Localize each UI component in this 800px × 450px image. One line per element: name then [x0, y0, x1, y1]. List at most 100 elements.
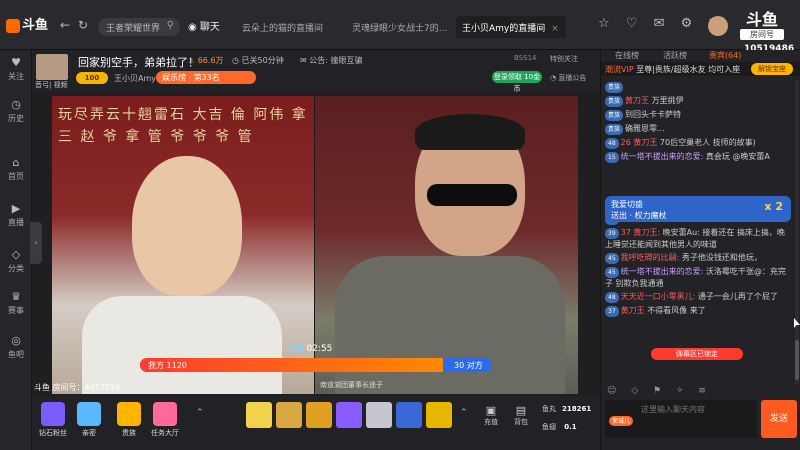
pk-timer: PK 02:55 — [290, 344, 333, 354]
tab-room-2[interactable]: 灵魂绿眼少女战士7的... — [346, 16, 454, 38]
recharge-button[interactable]: ▣ 充值 — [478, 404, 504, 427]
scroll-up-icon[interactable]: ⌃ — [196, 408, 204, 418]
chat-username[interactable]: 37 黄刀王: — [621, 228, 663, 237]
heart-icon: ♥ — [11, 56, 21, 69]
signin-reward-button[interactable]: 登录领取 10金币 — [492, 71, 542, 93]
gift-item-1[interactable] — [246, 402, 272, 428]
chat-button[interactable]: ◉ 聊天 — [188, 18, 226, 36]
gift-item-3[interactable] — [306, 402, 332, 428]
gift-item-5[interactable] — [366, 402, 392, 428]
back-arrow-icon[interactable]: ← — [60, 18, 70, 32]
nav-live[interactable]: ▶ 直播 — [0, 202, 32, 228]
person-right-hair — [415, 114, 525, 150]
task-icon — [153, 402, 177, 426]
chat-username[interactable]: 黄刀王 — [625, 96, 652, 105]
tab-vip-rank[interactable]: 贵宾(64) — [709, 50, 741, 61]
nav-home[interactable]: ⌂ 首页 — [0, 156, 32, 182]
nav-events[interactable]: ♛ 赛事 — [0, 290, 32, 316]
tab-room-1[interactable]: 云朵上的猫的直播间 — [236, 16, 340, 38]
gift-intimacy[interactable]: 亲密 — [72, 402, 106, 438]
more-gifts-icon[interactable]: ⌃ — [460, 408, 468, 418]
chat-list[interactable]: 贵族 贵族 黄刀王 万里挑伊 贵族 到回头卡卡萨特 贵族 确雅恩零... 48 26 黄刀王 7… — [601, 80, 795, 384]
bag-button[interactable]: ▤ 背包 — [508, 404, 534, 427]
fan-badge: 贵族 — [605, 82, 624, 93]
chat-username[interactable]: 统一塔不拔出来的恋爱: — [621, 267, 706, 276]
chat-username[interactable]: 26 黄刀王 — [621, 138, 660, 147]
chat-input[interactable]: 这里输入聊天内容 荣城儿 — [605, 400, 757, 438]
chat-message: 37 黄刀王 不得看风像 来了 — [601, 304, 795, 318]
chat-message: 贵族 确雅恩零... — [601, 122, 795, 136]
chat-message: 贵族 — [601, 80, 795, 94]
nav-fishbar[interactable]: ◎ 鱼吧 — [0, 334, 32, 360]
fishbar-icon: ◎ — [11, 334, 21, 347]
chat-toolbar[interactable]: ☺ ◇ ⚑ ✧ ≡ — [601, 384, 800, 398]
fan-badge: 贵族 — [605, 124, 624, 135]
chat-username[interactable]: 我呼吃碍的比嗣: — [621, 253, 682, 262]
bottom-gift-bar: 钻石粉丝 亲密 贵族 任务大厅 ⌃ ⌃ ▣ 充值 ▤ 背包 鱼丸 218261 鱼翅 … — [32, 396, 600, 450]
room-notice: ✉ 公告: 撞眼互骗 — [300, 56, 363, 65]
tab-online-rank[interactable]: 在线榜 — [615, 50, 639, 61]
douyu-logo[interactable]: 斗鱼 — [6, 14, 48, 34]
refresh-icon[interactable]: ↻ — [78, 18, 88, 32]
nav-follow[interactable]: ♥ 关注 — [0, 56, 32, 82]
special-follow-button[interactable]: 特别关注 — [550, 54, 578, 64]
search-icon[interactable]: ⚲ — [167, 20, 174, 31]
fan-badge: 贵族 — [605, 96, 624, 107]
chat-scroll-thumb[interactable] — [795, 340, 799, 380]
streamer-nick[interactable]: 王小贝Amy — [114, 73, 156, 84]
gift-task-hall[interactable]: 任务大厅 — [148, 402, 182, 438]
gift-item-6[interactable] — [396, 402, 422, 428]
collapse-arrow-icon[interactable]: › — [30, 222, 42, 264]
time-icon: ◷ — [232, 56, 242, 65]
gift-item-7[interactable] — [426, 402, 452, 428]
video-player[interactable]: 玩尽弄云十翹雷石 大吉 倫 阿伟 拿 三 赵 爷 拿 管 爷 爷 爷 管 PK … — [52, 96, 578, 394]
chat-text: 70后空巢老人 技师的故事) — [659, 138, 756, 147]
gift-diamond-fans[interactable]: 钻石粉丝 — [36, 402, 70, 438]
rank-tabs: 在线榜 活跃榜 贵宾(64) — [601, 50, 800, 62]
room-watermark: 斗鱼 房间号：4457056 — [34, 383, 121, 392]
fishball-balance: 鱼丸 218261 — [542, 405, 592, 413]
send-button[interactable]: 发送 — [761, 400, 797, 438]
fire-icon: ♨ — [188, 56, 198, 65]
danmu-locked-badge[interactable]: 弹幕区已锁定 — [651, 348, 743, 360]
chat-text: 不得看风像 来了 — [647, 306, 706, 315]
chat-message: 贵族 黄刀王 万里挑伊 — [601, 94, 795, 108]
nav-category[interactable]: ◇ 分类 — [0, 248, 32, 274]
entertainment-rank-badge[interactable]: 娱乐榜 · 第33名 — [156, 71, 256, 84]
gift-noble[interactable]: 贵族 — [112, 402, 146, 438]
user-avatar[interactable] — [708, 16, 728, 36]
chat-message: 39 37 黄刀王: 晚安蕾Au: 接着还在 搞床上搞，晚上睡觉还能闻到其他男人的… — [601, 226, 795, 251]
chat-message: 15 统一塔不拔出来的恋爱: 真会玩 @晚安蕾A — [601, 150, 795, 164]
chat-message: 48 26 黄刀王 70后空巢老人 技师的故事) — [601, 136, 795, 150]
chat-username[interactable]: 黄刀王 — [621, 306, 648, 315]
chat-scrollbar[interactable] — [795, 80, 799, 384]
tab-active-rank[interactable]: 活跃榜 — [663, 50, 687, 61]
chat-message: 贵族 到回头卡卡萨特 — [601, 108, 795, 122]
fan-badge: 39 — [605, 228, 619, 239]
search-input[interactable]: 王者荣耀世界 ⚲ — [98, 18, 180, 36]
bag-icon: ▤ — [515, 404, 527, 417]
tab-room-3[interactable]: 王小贝Amy的直播间 × — [456, 16, 566, 38]
chat-username[interactable]: 统一塔不拔出来的恋爱: — [621, 152, 706, 161]
bss-tag: BSS14 — [514, 54, 537, 62]
person-left-body — [82, 296, 282, 394]
chat-text: 真会玩 @晚安蕾A — [705, 152, 770, 161]
chat-username[interactable]: 天天近一口小零黑儿: — [621, 292, 698, 301]
gift-popup: 我爱切盛 送出 · 权力魔杖 x 2 — [605, 196, 791, 222]
chat-icon: ◉ — [188, 22, 200, 33]
nav-history[interactable]: ◷ 历史 — [0, 98, 32, 124]
fan-badge: 45 — [605, 267, 619, 278]
nick-badge: 荣城儿 — [609, 416, 634, 426]
camera-right — [315, 96, 578, 394]
hot-count: ♨ 66.6万 — [188, 56, 224, 65]
pk-opponent-score: 30 对方 — [454, 361, 483, 370]
avatar-label: 音弓| 视频 — [35, 81, 68, 89]
close-icon[interactable]: × — [551, 24, 559, 34]
announcement-link[interactable]: ◔ 直播公告 — [550, 73, 586, 83]
unlock-seat-button[interactable]: 解锁宝座 — [751, 63, 793, 75]
pk-our-score: 我方 1120 — [148, 361, 187, 370]
room-badge: 斗鱼 房间号 — [740, 12, 784, 42]
gift-item-4[interactable] — [336, 402, 362, 428]
streamer-avatar[interactable] — [36, 54, 68, 80]
gift-item-2[interactable] — [276, 402, 302, 428]
